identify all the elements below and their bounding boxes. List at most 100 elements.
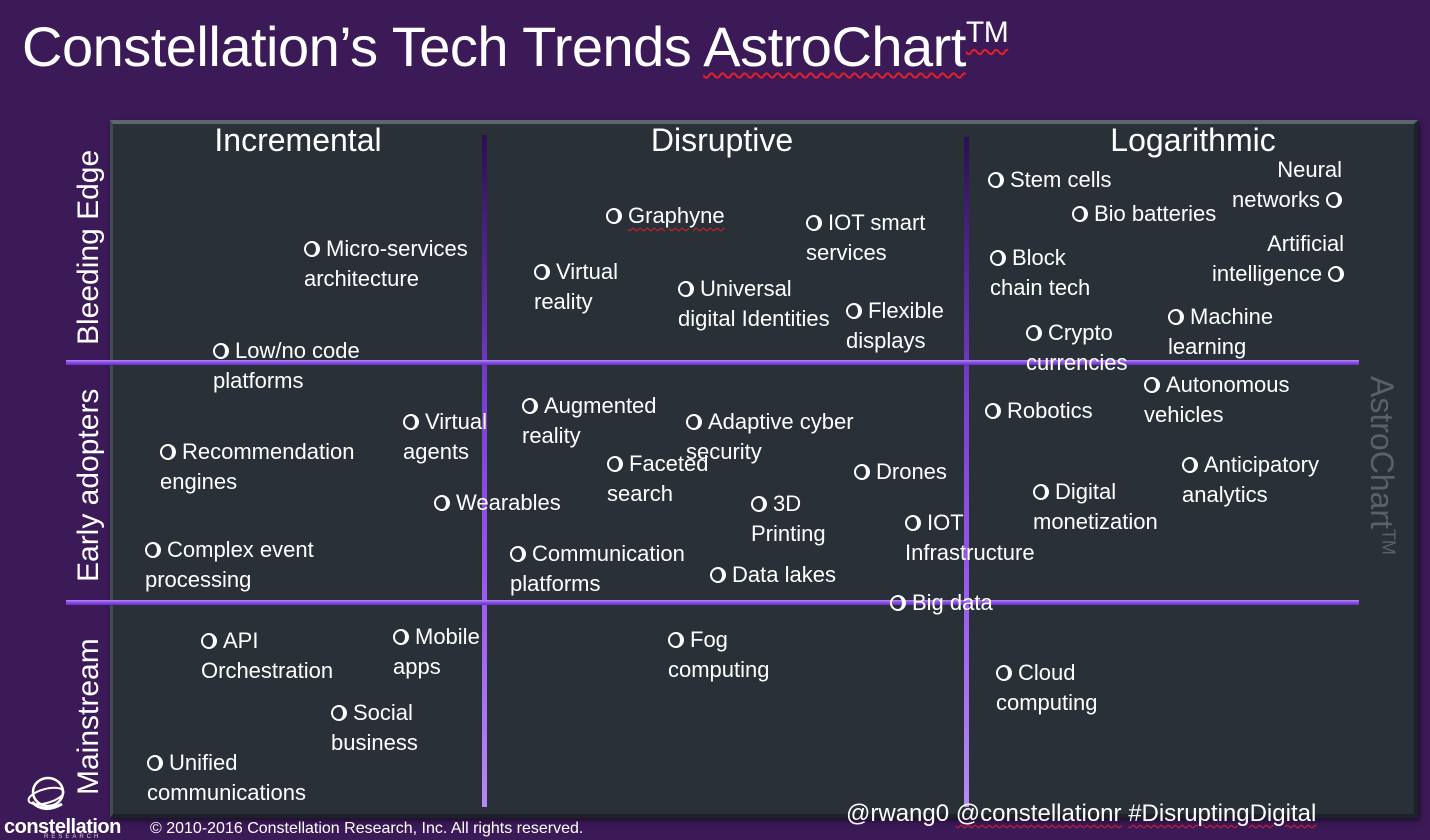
logo-subtext: RESEARCH: [44, 834, 102, 840]
trend-item-label: Wearables: [456, 490, 561, 515]
trend-item: Autonomous vehicles: [1144, 370, 1290, 430]
circle-bullet-icon: [145, 542, 161, 558]
circle-bullet-icon: [304, 241, 320, 257]
trend-item: Crypto currencies: [1026, 318, 1127, 378]
trend-item: Flexible displays: [846, 296, 944, 356]
circle-bullet-icon: [854, 464, 870, 480]
trend-item-label: Augmented reality: [522, 393, 657, 448]
trend-item-label: Graphyne: [628, 203, 725, 228]
circle-bullet-icon: [710, 567, 726, 583]
circle-bullet-icon: [160, 444, 176, 460]
astrochart-watermark: AstroChartTM: [1363, 376, 1400, 555]
trend-item-label: Digital monetization: [1033, 479, 1158, 534]
trend-item-label: Unified communications: [147, 750, 306, 805]
trend-item-label: Data lakes: [732, 562, 836, 587]
trend-item: Drones: [854, 457, 947, 487]
grid-vertical-line-1: [482, 135, 487, 807]
handle-constellationr: @constellationr: [955, 800, 1122, 827]
trend-item: Virtual reality: [534, 257, 618, 317]
trend-item-label: Crypto currencies: [1026, 320, 1128, 375]
trend-item: Fog computing: [668, 625, 770, 685]
trend-item-label: API Orchestration: [201, 628, 334, 683]
circle-bullet-icon: [510, 546, 526, 562]
trend-item-label: Robotics: [1007, 398, 1093, 423]
trend-item-label: Recommendation engines: [160, 439, 355, 494]
trend-item: IOT Infrastructure: [905, 508, 1035, 568]
circle-bullet-icon: [1072, 206, 1088, 222]
trend-item: Anticipatory analytics: [1182, 450, 1319, 510]
trend-item-label: Faceted search: [607, 451, 709, 506]
circle-bullet-icon: [201, 633, 217, 649]
trend-item-label: Micro-services architecture: [304, 236, 468, 291]
circle-bullet-icon: [686, 414, 702, 430]
trend-item-label: Drones: [876, 459, 947, 484]
circle-bullet-icon: [1144, 377, 1160, 393]
circle-bullet-icon: [846, 303, 862, 319]
trend-item: Machine learning: [1168, 302, 1273, 362]
trend-item-label: Artificial intelligence: [1212, 231, 1345, 286]
trend-item: Artificial intelligence: [1212, 229, 1345, 289]
trend-item: Graphyne: [606, 201, 725, 231]
circle-bullet-icon: [1168, 309, 1184, 325]
trend-item-label: Machine learning: [1168, 304, 1274, 359]
circle-bullet-icon: [1026, 325, 1042, 341]
trend-item: Wearables: [434, 488, 561, 518]
watermark-text: AstroChart: [1364, 376, 1400, 529]
circle-bullet-icon: [434, 495, 450, 511]
circle-bullet-icon: [1033, 484, 1049, 500]
trend-item: Unified communications: [147, 748, 306, 808]
title-brand: AstroChart: [703, 15, 966, 78]
trend-item-label: IOT Infrastructure: [905, 510, 1035, 565]
circle-bullet-icon: [1326, 192, 1343, 208]
title-prefix: Constellation’s Tech Trends: [22, 15, 704, 78]
page-title: Constellation’s Tech Trends AstroChartTM: [22, 14, 1009, 79]
trend-item: Big data: [890, 588, 993, 618]
trend-item: Faceted search: [607, 449, 709, 509]
trend-item-label: IOT smart services: [806, 210, 926, 265]
circle-bullet-icon: [534, 264, 550, 280]
trend-item-label: Cloud computing: [996, 660, 1098, 715]
trend-item-label: Bio batteries: [1094, 201, 1217, 226]
circle-bullet-icon: [522, 398, 538, 414]
grid-horizontal-line-2: [66, 600, 1359, 605]
trend-item-label: Neural networks: [1232, 157, 1343, 212]
trend-item: Low/no code platforms: [213, 336, 360, 396]
trend-item: Complex event processing: [145, 535, 314, 595]
circle-bullet-icon: [668, 632, 684, 648]
trend-item: Micro-services architecture: [304, 234, 468, 294]
circle-bullet-icon: [806, 215, 822, 231]
circle-bullet-icon: [403, 414, 419, 430]
circle-bullet-icon: [1328, 266, 1345, 282]
trend-item: Block chain tech: [990, 243, 1090, 303]
circle-bullet-icon: [988, 172, 1004, 188]
circle-bullet-icon: [393, 629, 409, 645]
circle-bullet-icon: [905, 515, 921, 531]
circle-bullet-icon: [607, 456, 623, 472]
social-handles: @rwang0 @constellationr #DisruptingDigit…: [846, 800, 1316, 828]
circle-bullet-icon: [996, 665, 1012, 681]
trend-item: Virtual agents: [403, 407, 487, 467]
trend-item-label: Universal digital Identities: [678, 276, 830, 331]
column-header-logarithmic: Logarithmic: [1110, 122, 1276, 158]
column-header-incremental: Incremental: [214, 122, 382, 158]
trend-item-label: Low/no code platforms: [213, 338, 360, 393]
circle-bullet-icon: [678, 281, 694, 297]
trend-item: Neural networks: [1232, 155, 1343, 215]
grid-vertical-line-2: [964, 137, 969, 807]
trend-item: Bio batteries: [1072, 199, 1216, 229]
trend-item-label: Big data: [912, 590, 993, 615]
trend-item: Communication platforms: [510, 539, 685, 599]
trend-item: Universal digital Identities: [678, 274, 830, 334]
circle-bullet-icon: [751, 496, 767, 512]
handle-rwang0: @rwang0: [846, 800, 956, 827]
circle-bullet-icon: [985, 403, 1001, 419]
circle-bullet-icon: [606, 208, 622, 224]
copyright-notice: © 2010-2016 Constellation Research, Inc.…: [150, 820, 584, 837]
circle-bullet-icon: [331, 705, 347, 721]
trend-item: IOT smart services: [806, 208, 925, 268]
circle-bullet-icon: [213, 343, 229, 359]
circle-bullet-icon: [147, 755, 163, 771]
trend-item-label: Adaptive cyber security: [686, 409, 854, 464]
trend-item: Data lakes: [710, 560, 836, 590]
hashtag-disrupting-digital: #DisruptingDigital: [1128, 800, 1317, 827]
